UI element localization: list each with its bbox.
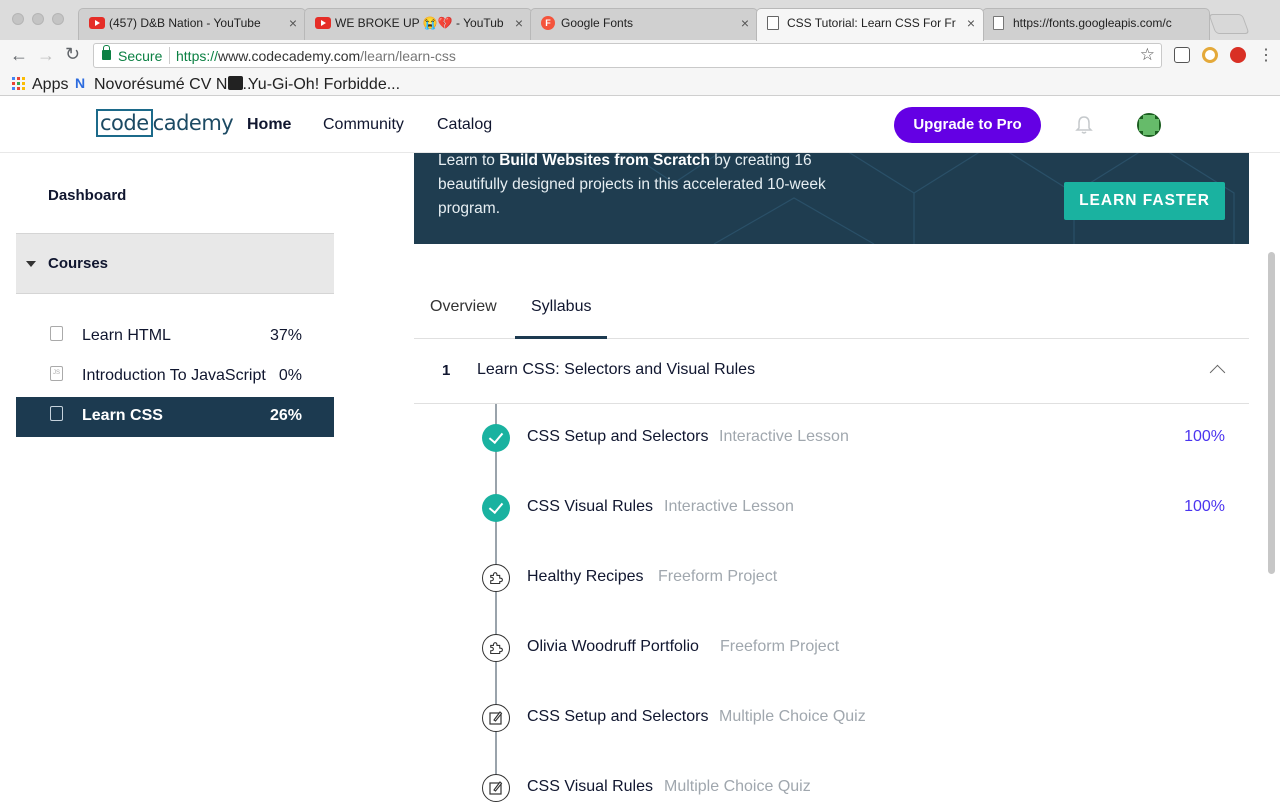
module-title: Learn CSS: Selectors and Visual Rules — [477, 361, 756, 378]
item-type: Multiple Choice Quiz — [664, 778, 811, 795]
url-text: https://www.codecademy.com/learn/learn-c… — [176, 48, 456, 64]
new-tab-button[interactable] — [1208, 14, 1250, 34]
item-type: Freeform Project — [720, 638, 840, 655]
extension-icon[interactable] — [1230, 47, 1246, 63]
bookmark-yugioh[interactable]: Yu-Gi-Oh! Forbidde... — [248, 76, 400, 94]
bookmark-star-icon[interactable]: ☆ — [1140, 45, 1155, 65]
secure-label: Secure — [118, 48, 163, 64]
banner-text: Learn to Build Websites from Scratch by … — [438, 153, 826, 217]
page-scrollbar[interactable] — [1268, 252, 1275, 574]
browser-tab[interactable]: WE BROKE UP 😭💔 - YouTub × — [304, 8, 532, 40]
close-tab-icon[interactable]: × — [289, 15, 297, 31]
item-title: CSS Visual Rules — [527, 498, 653, 515]
checkmark-icon — [482, 494, 510, 522]
caret-down-icon — [26, 261, 36, 267]
sidebar-courses-toggle[interactable]: Courses — [16, 233, 334, 294]
window-close-button[interactable] — [12, 13, 24, 25]
novoresume-icon: N — [75, 75, 86, 91]
course-progress: 26% — [269, 407, 302, 424]
item-title: CSS Setup and Selectors — [527, 708, 709, 725]
close-tab-icon[interactable]: × — [741, 15, 749, 31]
sidebar-course-learn-html[interactable]: Learn HTML 37% — [16, 317, 334, 357]
browser-tab[interactable]: (457) D&B Nation - YouTube × — [78, 8, 306, 40]
browser-tab[interactable]: https://fonts.googleapis.com/c — [982, 8, 1210, 40]
syllabus-item[interactable]: CSS Visual Rules Multiple Choice Quiz — [414, 768, 1249, 808]
item-type: Multiple Choice Quiz — [719, 708, 866, 725]
window-minimize-button[interactable] — [32, 13, 44, 25]
user-avatar[interactable] — [1137, 113, 1161, 137]
close-tab-icon[interactable]: × — [515, 15, 523, 31]
close-tab-icon[interactable]: × — [967, 15, 975, 31]
quiz-pencil-icon — [482, 774, 510, 802]
checkmark-icon — [482, 424, 510, 452]
course-progress: 0% — [278, 367, 302, 384]
css-course-icon — [50, 406, 63, 421]
reload-icon[interactable]: ↻ — [65, 44, 80, 65]
item-type: Freeform Project — [658, 568, 778, 585]
module-header[interactable]: 1 Learn CSS: Selectors and Visual Rules — [414, 339, 1249, 404]
lock-icon — [102, 45, 111, 60]
codecademy-logo[interactable]: code cademy — [96, 109, 234, 137]
item-title: CSS Visual Rules — [527, 778, 653, 795]
syllabus-item[interactable]: CSS Setup and Selectors Multiple Choice … — [414, 698, 1249, 738]
sidebar-course-learn-css[interactable]: Learn CSS 26% — [16, 397, 334, 437]
upgrade-to-pro-button[interactable]: Upgrade to Pro — [894, 107, 1041, 143]
nav-catalog[interactable]: Catalog — [437, 116, 492, 134]
syllabus-item[interactable]: CSS Visual Rules Interactive Lesson 100% — [414, 488, 1249, 528]
syllabus-item[interactable]: Healthy Recipes Freeform Project — [414, 558, 1249, 598]
nav-community[interactable]: Community — [323, 116, 404, 134]
yugioh-icon — [228, 76, 243, 90]
item-progress: 100% — [1184, 428, 1225, 445]
bookmark-apps[interactable]: Apps — [32, 76, 68, 94]
item-title: Healthy Recipes — [527, 568, 644, 585]
divider — [169, 47, 170, 64]
item-title: CSS Setup and Selectors — [527, 428, 709, 445]
browser-tab-active[interactable]: CSS Tutorial: Learn CSS For Fr × — [756, 8, 984, 41]
sidebar-dashboard[interactable]: Dashboard — [48, 187, 126, 204]
site-header: code cademy Home Community Catalog Upgrad… — [0, 97, 1280, 153]
syllabus-item[interactable]: Olivia Woodruff Portfolio Freeform Proje… — [414, 628, 1249, 668]
tab-overview[interactable]: Overview — [430, 298, 497, 316]
youtube-icon — [315, 17, 331, 29]
quiz-pencil-icon — [482, 704, 510, 732]
notification-bell-icon[interactable] — [1075, 115, 1093, 135]
forward-icon[interactable]: → — [37, 45, 55, 66]
youtube-icon — [89, 17, 105, 29]
apps-icon — [12, 77, 25, 90]
extension-icon[interactable] — [1174, 47, 1190, 63]
back-icon[interactable]: ← — [10, 45, 28, 66]
puzzle-piece-icon — [482, 564, 510, 592]
extension-icon[interactable] — [1202, 47, 1218, 63]
course-tabs: Overview Syllabus — [414, 290, 1249, 339]
learn-faster-button[interactable]: LEARN FASTER — [1064, 182, 1225, 220]
sidebar-course-intro-javascript[interactable]: JS Introduction To JavaScript 0% — [16, 357, 334, 397]
item-progress: 100% — [1184, 498, 1225, 515]
promo-banner: Learn to Build Websites from Scratch by … — [414, 153, 1249, 244]
html-course-icon — [50, 326, 63, 341]
tab-syllabus[interactable]: Syllabus — [531, 298, 591, 316]
javascript-course-icon: JS — [50, 366, 63, 381]
address-bar[interactable]: Secure https://www.codecademy.com/learn/… — [93, 43, 1162, 68]
browser-tab[interactable]: F Google Fonts × — [530, 8, 758, 40]
browser-tab-strip: (457) D&B Nation - YouTube × WE BROKE UP… — [0, 0, 1280, 41]
item-title: Olivia Woodruff Portfolio — [527, 638, 699, 655]
codecademy-icon — [767, 16, 779, 30]
module-number: 1 — [442, 362, 451, 379]
chevron-up-icon[interactable] — [1209, 364, 1226, 381]
syllabus-timeline — [495, 404, 497, 800]
puzzle-piece-icon — [482, 634, 510, 662]
item-type: Interactive Lesson — [719, 428, 849, 445]
browser-menu-icon[interactable]: ⋮ — [1258, 45, 1274, 65]
nav-home[interactable]: Home — [247, 116, 291, 134]
syllabus-item[interactable]: CSS Setup and Selectors Interactive Less… — [414, 418, 1249, 458]
document-icon — [993, 16, 1004, 30]
course-progress: 37% — [269, 327, 302, 344]
window-maximize-button[interactable] — [52, 13, 64, 25]
google-fonts-icon: F — [541, 16, 555, 30]
item-type: Interactive Lesson — [664, 498, 794, 515]
